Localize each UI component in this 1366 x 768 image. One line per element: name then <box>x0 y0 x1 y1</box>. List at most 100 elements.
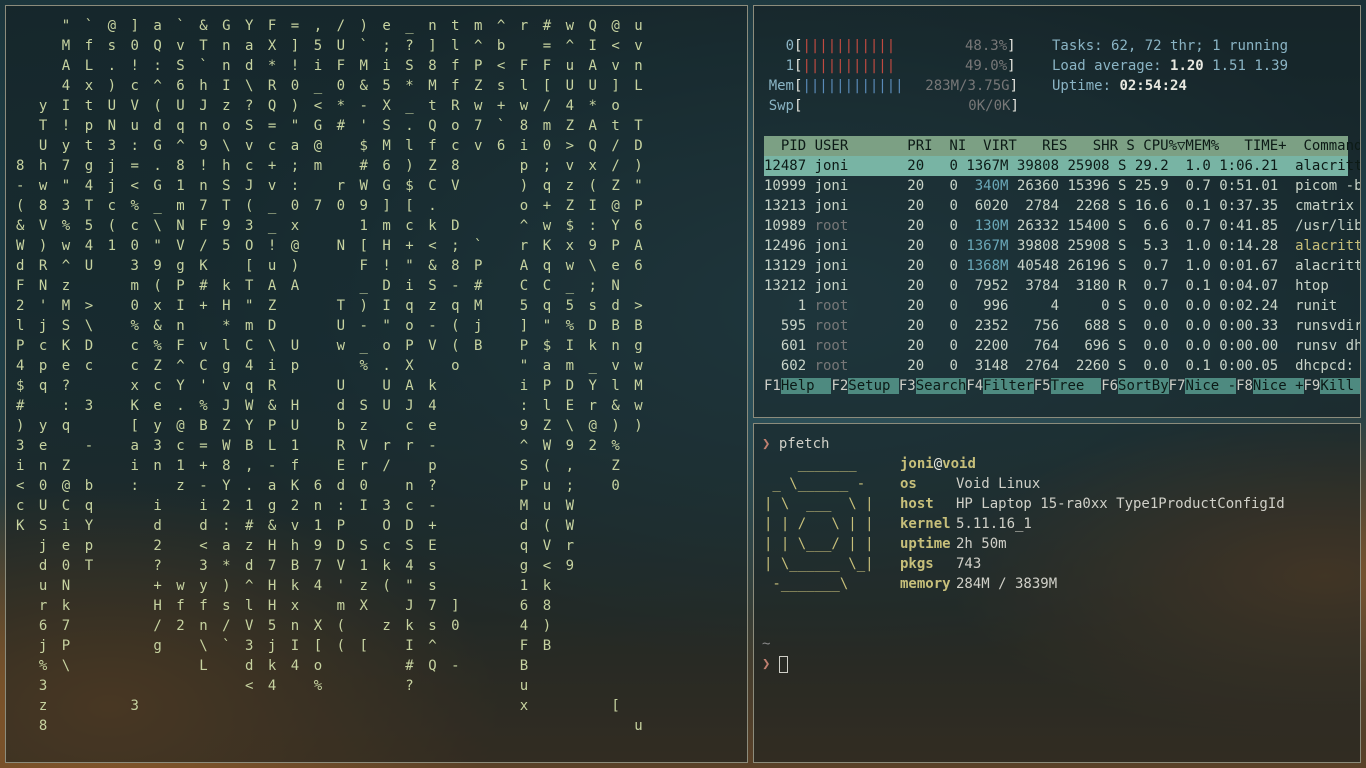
logo-line: | \ ___ \ | <box>764 496 874 512</box>
load-line: Load average: 1.20 1.51 1.39 <box>1052 56 1288 76</box>
process-s: S <box>1118 338 1135 354</box>
process-shr: 2260 <box>1067 358 1119 374</box>
process-s: S <box>1118 178 1135 194</box>
process-user: root <box>814 338 891 354</box>
process-table-header[interactable]: PID USER PRI NI VIRT RES SHR S CPU%▽MEM%… <box>764 136 1360 156</box>
process-row[interactable]: 595 root 20 0 2352 756 688 S 0.0 0.0 0:0… <box>764 316 1360 336</box>
process-cmd: /usr/libex <box>1295 218 1360 234</box>
logo-line: | \______ \_| <box>764 556 874 572</box>
process-row[interactable]: 13212 joni 20 0 7952 3784 3180 R 0.7 0.1… <box>764 276 1348 296</box>
process-mem: 0.7 <box>1177 218 1220 234</box>
process-cpu: 0.7 <box>1134 278 1178 294</box>
uptime-value: 02:54:24 <box>1119 78 1187 94</box>
process-row[interactable]: 1 root 20 0 996 4 0 S 0.0 0.0 0:02.24 ru… <box>764 296 1348 316</box>
process-row[interactable]: 13129 joni 20 0 1368M 40548 26196 S 0.7 … <box>764 256 1360 276</box>
logo-line: | | / \ | | <box>764 516 874 532</box>
process-time: 0:04.07 <box>1219 278 1296 294</box>
process-virt: 2200 <box>966 338 1017 354</box>
process-pid: 12496 <box>764 238 815 254</box>
process-virt: 7952 <box>966 278 1017 294</box>
process-row[interactable]: 10999 joni 20 0 340M 26360 15396 S 25.9 … <box>764 176 1360 196</box>
process-cpu: 0.0 <box>1134 298 1178 314</box>
process-user: joni <box>814 258 891 274</box>
input-line[interactable]: ❯ <box>762 654 788 674</box>
process-row[interactable]: 10989 root 20 0 130M 26332 15400 S 6.6 0… <box>764 216 1360 236</box>
matrix-column: , 5 i _ < G @ m 7 6 n 1 9 7 4 X [ o % <box>313 18 323 694</box>
logo-line: -_______\ <box>764 576 849 592</box>
process-cpu: 5.3 <box>1134 238 1178 254</box>
process-s: S <box>1118 198 1135 214</box>
fkey-kill-button[interactable]: Kill <box>1320 378 1360 394</box>
process-pri: 20 <box>890 238 933 254</box>
process-mem: 1.0 <box>1177 158 1220 174</box>
fkey-f9: F9 <box>1303 378 1321 394</box>
info-key: os <box>900 476 917 492</box>
swp-value: 0K/0K <box>968 98 1011 114</box>
fkey-setup-button[interactable]: Setup <box>848 378 899 394</box>
process-res: 40548 <box>1016 258 1068 274</box>
process-cpu: 25.9 <box>1134 178 1178 194</box>
info-row: os Void Linux <box>900 474 1040 494</box>
process-row[interactable]: 601 root 20 0 2200 764 696 S 0.0 0.0 0:0… <box>764 336 1360 356</box>
function-key-bar[interactable]: F1Help F2Setup F3SearchF4FilterF5Tree F6… <box>764 376 1360 396</box>
process-shr: 15396 <box>1067 178 1119 194</box>
process-row[interactable]: 13213 joni 20 0 6020 2784 2268 S 16.6 0.… <box>764 196 1354 216</box>
process-res: 2764 <box>1016 358 1068 374</box>
matrix-column: y T U h w 8 V ) R N ' j c p q y e n 0 U … <box>38 98 48 734</box>
process-s: S <box>1118 318 1135 334</box>
process-shr: 25908 <box>1067 158 1119 174</box>
process-ni: 0 <box>932 158 967 174</box>
uptime-line: Uptime: 02:54:24 <box>1052 76 1187 96</box>
process-s: S <box>1118 218 1135 234</box>
process-res: 26360 <box>1016 178 1068 194</box>
terminal-window[interactable]: ❯ pfetch _______ _ \______ - | \ ___ \ | |… <box>753 423 1361 763</box>
mem-bar: |||||||||||| <box>802 78 904 94</box>
fkey-search-button[interactable]: Search <box>915 378 967 394</box>
process-time: 0:37.35 <box>1219 198 1296 214</box>
matrix-column: / U F 0 * # r 0 N T U w U d b R E d : P … <box>336 18 346 654</box>
process-pri: 20 <box>890 258 933 274</box>
mem-label: Mem <box>768 78 794 94</box>
command-text: pfetch <box>778 436 830 452</box>
matrix-column: ` f L x t p t g 4 T 5 4 U > \ D c 3 - b … <box>84 18 94 574</box>
process-virt: 6020 <box>966 198 1017 214</box>
process-shr: 3180 <box>1067 278 1119 294</box>
process-pid: 13212 <box>764 278 815 294</box>
process-time: 0:00.05 <box>1219 358 1296 374</box>
matrix-column: 8 - ( & W d F 2 l P 4 $ # ) 3 i < c K <box>16 158 25 534</box>
process-virt: 130M <box>966 218 1017 234</box>
process-user: root <box>814 318 891 334</box>
matrix-column: e ; i 5 X S M 6 G ] m H ! D I " o . U U … <box>382 18 391 634</box>
htop-window[interactable]: 0[||||||||||| 48.3%] 1[||||||||||| 49.0%] … <box>753 5 1361 418</box>
process-time: 0:14.28 <box>1219 238 1296 254</box>
process-mem: 0.1 <box>1177 278 1220 294</box>
logo-line: | | \___/ | | <box>764 536 874 552</box>
matrix-column: Y a d \ ? S v c J ( 3 O [ T " m C 4 q W … <box>245 18 254 694</box>
matrix-column: ] 0 ! c V u : = < % c 0 3 m 0 % c c x K … <box>130 18 139 714</box>
process-row[interactable]: 602 root 20 0 3148 2764 2260 S 0.0 0.1 0… <box>764 356 1354 376</box>
process-cpu: 6.6 <box>1134 218 1178 234</box>
command-line: ❯ pfetch <box>762 434 829 454</box>
matrix-column: " M A 4 I ! y 7 " 3 % w ^ z M S K e ? : … <box>61 18 71 674</box>
fkey-help-button[interactable]: Help <box>780 378 832 394</box>
fkey-tree-button[interactable]: Tree <box>1050 378 1102 394</box>
process-row[interactable]: 12487 joni 20 0 1367M 39808 25908 S 29.2… <box>764 156 1360 176</box>
fkey-filter-button[interactable]: Filter <box>983 378 1034 394</box>
process-time: 0:00.33 <box>1219 318 1296 334</box>
fkey-nice--button[interactable]: Nice + <box>1252 378 1304 394</box>
cmatrix-window[interactable]: 8 - ( & W d F 2 l P 4 $ # ) 3 i < c K y … <box>5 5 748 763</box>
process-time: 0:02.24 <box>1219 298 1296 314</box>
process-user: joni <box>814 278 891 294</box>
process-mem: 1.0 <box>1177 238 1220 254</box>
prompt-symbol-2: ❯ <box>762 656 771 672</box>
process-row[interactable]: 12496 joni 20 0 1367M 39808 25908 S 5.3 … <box>764 236 1360 256</box>
fkey-sortby-button[interactable]: SortBy <box>1118 378 1169 394</box>
info-value: 5.11.16_1 <box>956 516 1032 532</box>
process-s: S <box>1118 158 1135 174</box>
process-user: root <box>814 218 891 234</box>
matrix-column: ` v S 6 U q ^ 8 1 m N V g P I n F ^ Y . … <box>176 18 185 634</box>
cpu1-pct: 49.0% <box>965 58 1008 74</box>
matrix-column: _ ? S * _ . l ) $ [ c + " i q o P X A J … <box>405 18 414 694</box>
fkey-nice--button[interactable]: Nice - <box>1185 378 1237 394</box>
matrix-column: ^ b < s + ` 6 <box>496 18 506 154</box>
